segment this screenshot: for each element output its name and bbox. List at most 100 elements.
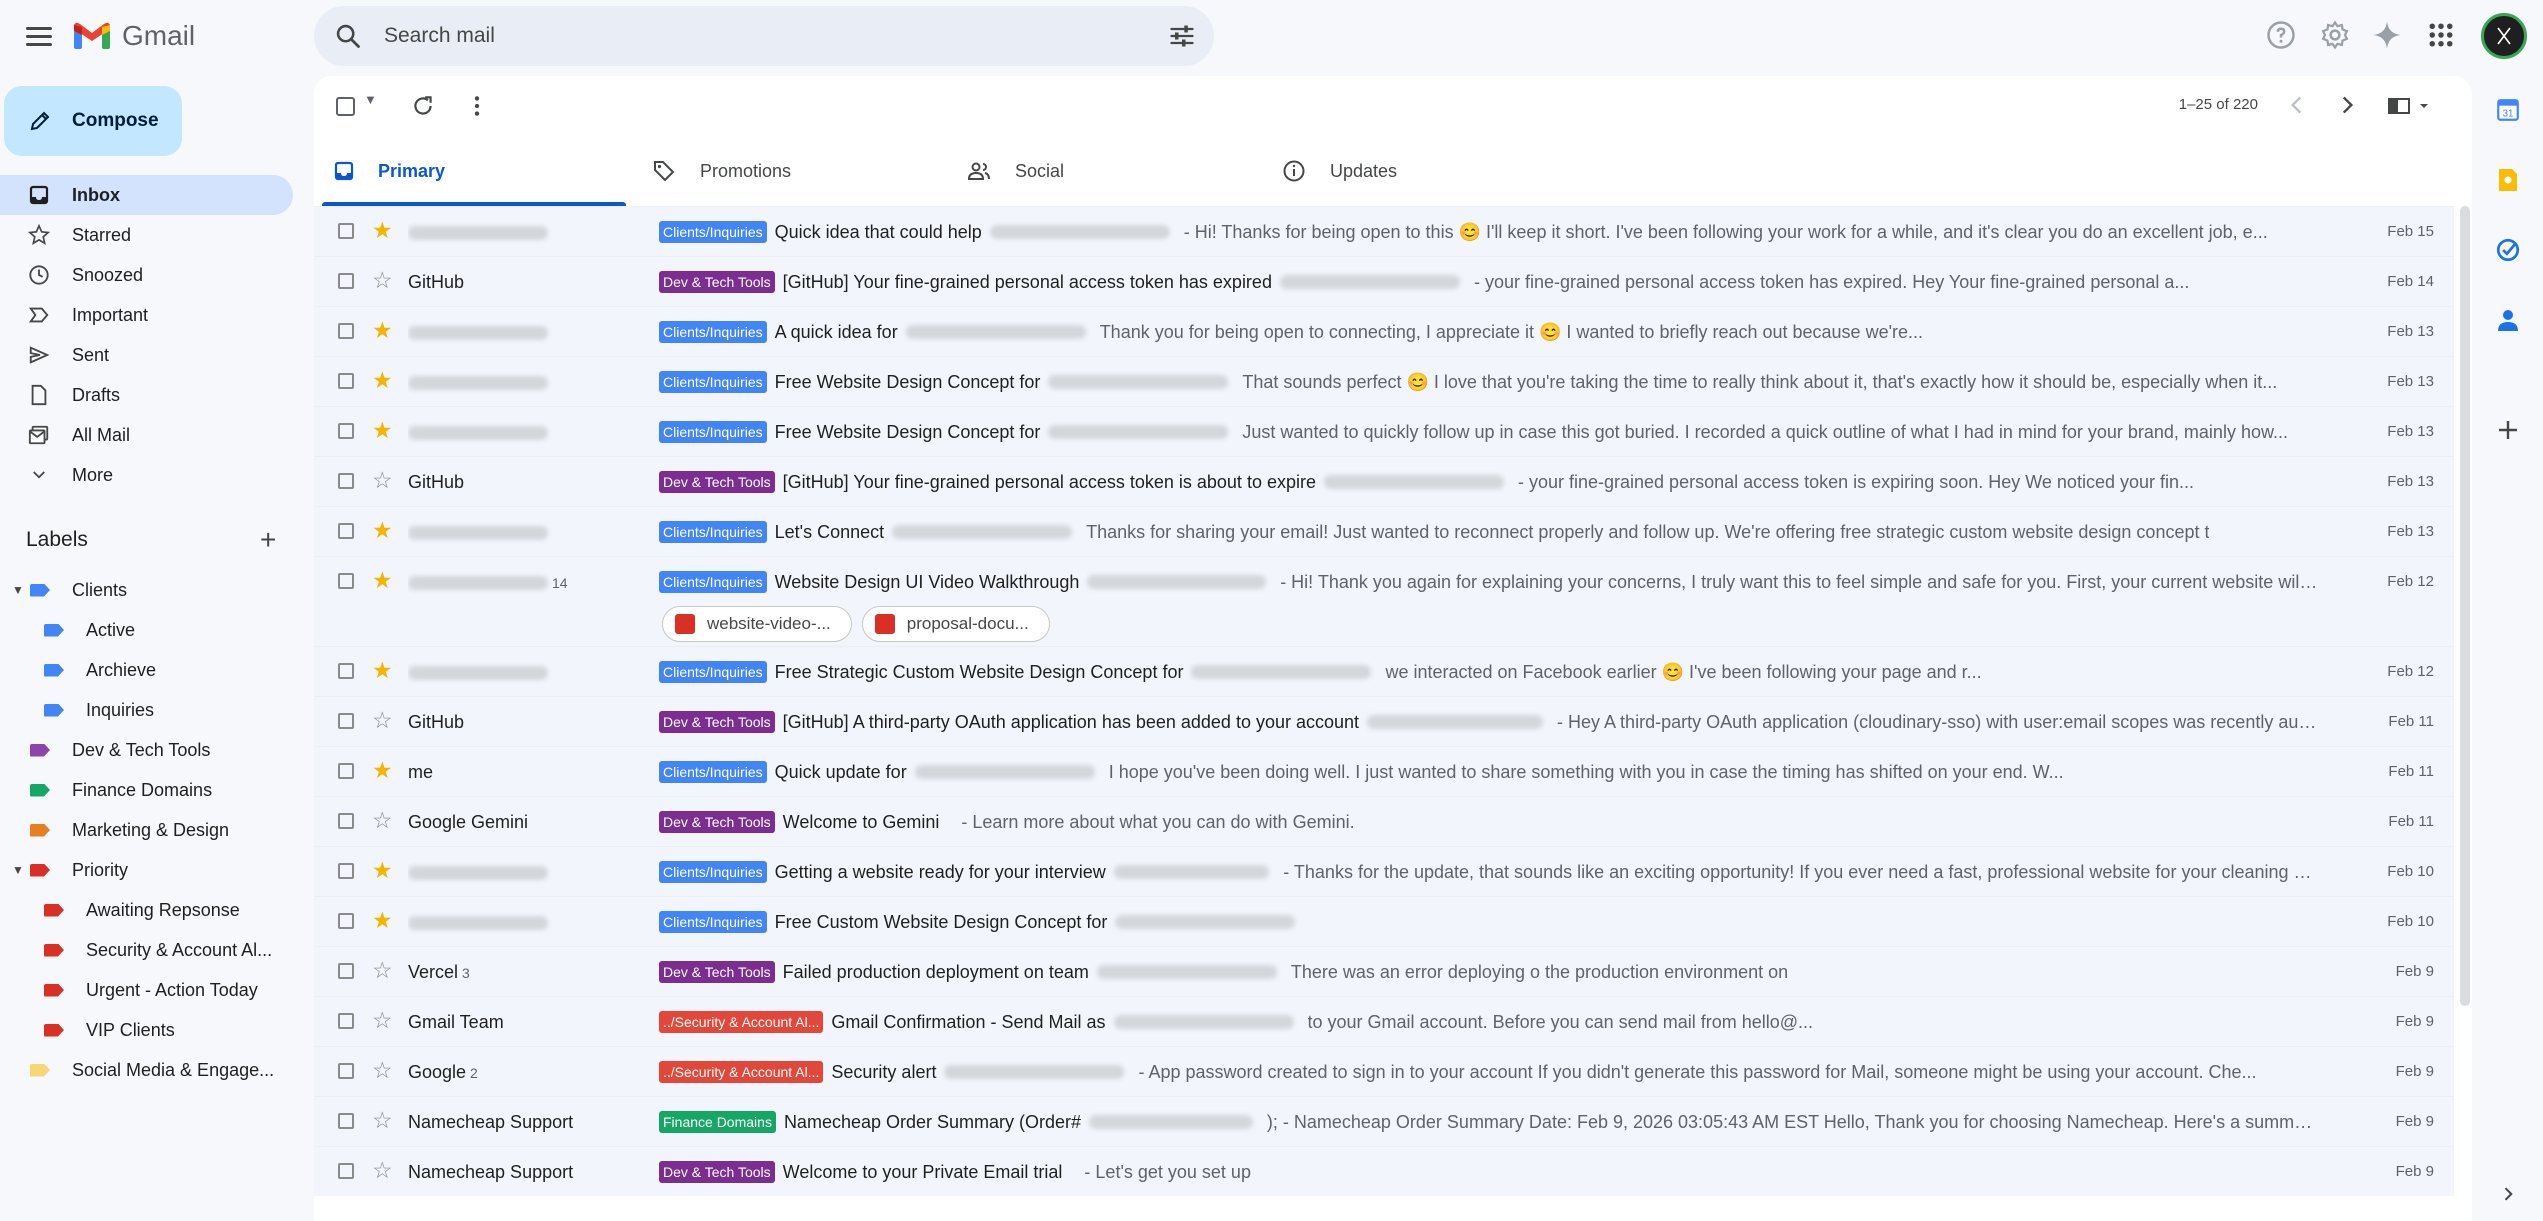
split-pane-toggle-icon[interactable] <box>2388 96 2432 116</box>
label-security-account[interactable]: Security & Account Al... <box>0 930 293 970</box>
row-checkbox[interactable] <box>338 373 354 389</box>
expand-caret-icon[interactable]: ▼ <box>12 583 24 597</box>
label-clients[interactable]: ▼ Clients <box>0 570 293 610</box>
gmail-logo[interactable]: Gmail <box>72 18 195 54</box>
row-checkbox[interactable] <box>338 273 354 289</box>
email-row[interactable]: ★ me Clients/Inquiries Quick update for I ho… <box>314 746 2454 796</box>
email-row[interactable]: ★ Clients/Inquiries Free Website Design Co… <box>314 406 2454 456</box>
row-checkbox[interactable] <box>338 963 354 979</box>
star-outline-icon[interactable]: ☆ <box>372 269 393 292</box>
star-outline-icon[interactable]: ☆ <box>372 469 393 492</box>
email-row[interactable]: ☆ Vercel 3 Dev & Tech Tools Failed productio… <box>314 946 2454 996</box>
label-urgent-action[interactable]: Urgent - Action Today <box>0 970 293 1010</box>
attachment-chip[interactable]: website-video-... <box>662 606 852 642</box>
sidebar-item-starred[interactable]: Starred <box>0 215 293 255</box>
sidebar-item-sent[interactable]: Sent <box>0 335 293 375</box>
label-badge[interactable]: Clients/Inquiries <box>659 661 767 683</box>
attachment-chip[interactable]: proposal-docu... <box>861 606 1050 642</box>
label-badge[interactable]: Finance Domains <box>659 1111 776 1133</box>
email-row[interactable]: ★ Clients/Inquiries Let's Connect Thanks fo… <box>314 506 2454 556</box>
label-badge[interactable]: Dev & Tech Tools <box>659 471 775 493</box>
label-badge[interactable]: Clients/Inquiries <box>659 521 767 543</box>
gemini-sparkle-icon[interactable] <box>2372 20 2402 50</box>
row-checkbox[interactable] <box>338 473 354 489</box>
sidebar-item-inbox[interactable]: Inbox <box>0 175 293 215</box>
email-row[interactable]: ★ Clients/Inquiries Free Strategic Custom … <box>314 646 2454 696</box>
row-checkbox[interactable] <box>338 1063 354 1079</box>
star-outline-icon[interactable]: ☆ <box>372 959 393 982</box>
row-checkbox[interactable] <box>338 523 354 539</box>
sidebar-item-important[interactable]: Important <box>0 295 293 335</box>
keep-app-icon[interactable] <box>2492 164 2524 196</box>
row-checkbox[interactable] <box>338 323 354 339</box>
add-label-button[interactable]: + <box>260 526 276 554</box>
main-menu-button[interactable] <box>22 22 56 52</box>
email-row[interactable]: ★ Clients/Inquiries Getting a website read… <box>314 846 2454 896</box>
label-badge[interactable]: Dev & Tech Tools <box>659 811 775 833</box>
label-badge[interactable]: ../Security & Account Al... <box>659 1011 824 1033</box>
apps-grid-icon[interactable] <box>2426 20 2456 50</box>
label-inquiries[interactable]: Inquiries <box>0 690 293 730</box>
star-outline-icon[interactable]: ☆ <box>372 1059 393 1082</box>
label-badge[interactable]: Clients/Inquiries <box>659 761 767 783</box>
star-outline-icon[interactable]: ☆ <box>372 1009 393 1032</box>
label-badge[interactable]: ../Security & Account Al... <box>659 1061 824 1083</box>
help-icon[interactable] <box>2266 20 2296 50</box>
row-checkbox[interactable] <box>338 763 354 779</box>
label-active[interactable]: Active <box>0 610 293 650</box>
star-filled-icon[interactable]: ★ <box>372 569 393 592</box>
email-row[interactable]: ☆ Gmail Team ../Security & Account Al... Gm… <box>314 996 2454 1046</box>
row-checkbox[interactable] <box>338 663 354 679</box>
row-checkbox[interactable] <box>338 223 354 239</box>
label-social-media[interactable]: Social Media & Engage... <box>0 1050 293 1090</box>
row-checkbox[interactable] <box>338 863 354 879</box>
row-checkbox[interactable] <box>338 423 354 439</box>
row-checkbox[interactable] <box>338 1013 354 1029</box>
chevron-right-icon[interactable] <box>2334 92 2360 118</box>
label-marketing-design[interactable]: Marketing & Design <box>0 810 293 850</box>
label-badge[interactable]: Dev & Tech Tools <box>659 711 775 733</box>
email-row[interactable]: ★ 14 Clients/Inquiries Website Design UI Vi… <box>314 556 2454 646</box>
refresh-icon[interactable] <box>410 93 436 119</box>
email-row[interactable]: ☆ Google 2 ../Security & Account Al... Secur… <box>314 1046 2454 1096</box>
chevron-left-icon[interactable] <box>2284 92 2310 118</box>
email-row[interactable]: ☆ GitHub Dev & Tech Tools [GitHub] Your fin… <box>314 456 2454 506</box>
search-input[interactable] <box>384 24 1144 48</box>
star-filled-icon[interactable]: ★ <box>372 859 393 882</box>
row-checkbox[interactable] <box>338 913 354 929</box>
tasks-app-icon[interactable] <box>2492 234 2524 266</box>
row-checkbox[interactable] <box>338 813 354 829</box>
compose-button[interactable]: Compose <box>4 86 182 156</box>
email-row[interactable]: ☆ Namecheap Support Dev & Tech Tools Welcom… <box>314 1146 2454 1196</box>
more-vert-icon[interactable] <box>464 93 490 119</box>
label-finance-domains[interactable]: Finance Domains <box>0 770 293 810</box>
email-row[interactable]: ☆ GitHub Dev & Tech Tools [GitHub] A third-… <box>314 696 2454 746</box>
search-icon[interactable] <box>334 22 362 50</box>
sidebar-item-drafts[interactable]: Drafts <box>0 375 293 415</box>
email-row[interactable]: ★ Clients/Inquiries Free Custom Website De… <box>314 896 2454 946</box>
sidebar-item-all-mail[interactable]: All Mail <box>0 415 293 455</box>
row-checkbox[interactable] <box>338 1163 354 1179</box>
star-filled-icon[interactable]: ★ <box>372 759 393 782</box>
email-row[interactable]: ★ Clients/Inquiries Quick idea that could … <box>314 206 2454 256</box>
row-checkbox[interactable] <box>338 573 354 589</box>
label-badge[interactable]: Dev & Tech Tools <box>659 961 775 983</box>
label-badge[interactable]: Clients/Inquiries <box>659 571 767 593</box>
search-bar[interactable] <box>314 6 1214 66</box>
select-all-checkbox[interactable] <box>336 97 355 116</box>
star-filled-icon[interactable]: ★ <box>372 369 393 392</box>
label-archieve[interactable]: Archieve <box>0 650 293 690</box>
expand-caret-icon[interactable]: ▼ <box>12 863 24 877</box>
tab-primary[interactable]: Primary <box>322 136 626 206</box>
contacts-app-icon[interactable] <box>2492 304 2524 336</box>
add-addon-icon[interactable] <box>2492 414 2524 446</box>
star-filled-icon[interactable]: ★ <box>372 319 393 342</box>
email-row[interactable]: ☆ GitHub Dev & Tech Tools [GitHub] Your fin… <box>314 256 2454 306</box>
select-caret-icon[interactable]: ▼ <box>364 92 377 107</box>
tab-updates[interactable]: Updates <box>1282 136 1397 206</box>
email-row[interactable]: ★ Clients/Inquiries A quick idea for Thank … <box>314 306 2454 356</box>
label-badge[interactable]: Clients/Inquiries <box>659 861 767 883</box>
calendar-app-icon[interactable]: 31 <box>2492 94 2524 126</box>
star-outline-icon[interactable]: ☆ <box>372 1109 393 1132</box>
star-filled-icon[interactable]: ★ <box>372 659 393 682</box>
